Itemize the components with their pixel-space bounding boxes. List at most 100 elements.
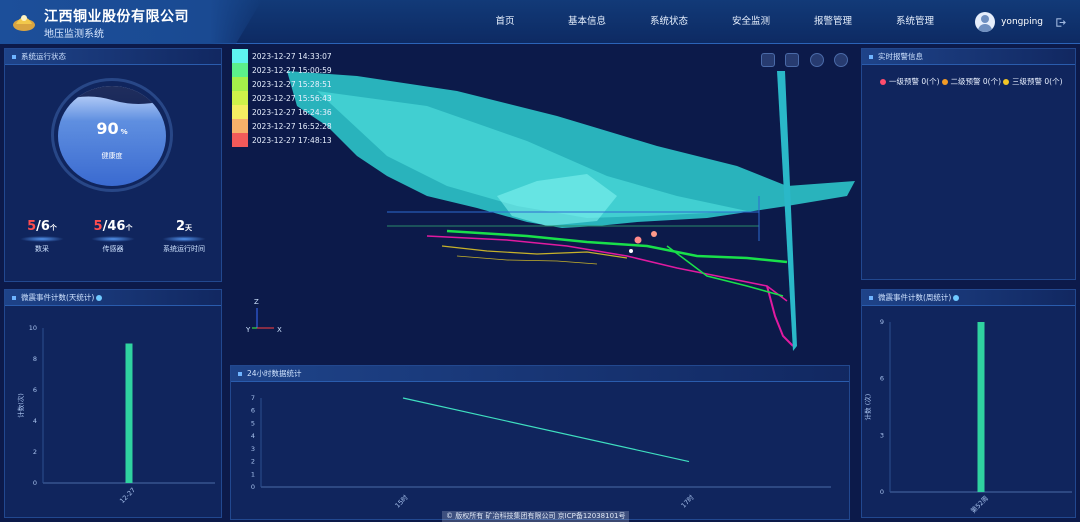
legend-item[interactable]: 2023-12-27 14:33:07 [232, 49, 332, 63]
health-unit: % [120, 128, 128, 136]
tunnel-magenta [426, 235, 788, 302]
panel-title-text: 微震事件计数(天统计) [21, 293, 95, 302]
alarm-level1-dot [880, 78, 886, 85]
avatar[interactable] [975, 12, 996, 32]
alarm-level3-label: 三级预警 0(个) [1012, 77, 1063, 86]
company-name: 江西铜业股份有限公司 [44, 9, 189, 25]
legend-label: 2023-12-27 15:00:59 [252, 65, 332, 75]
health-number: 90 [96, 119, 119, 138]
user-area: yongping [975, 11, 1066, 33]
gauge-wave-shape [58, 86, 166, 104]
panel-title: 微震事件计数(周统计) [862, 290, 1075, 306]
alarm-level1-label: 一级预警 0(个) [889, 77, 940, 86]
stat-total: /6 [36, 219, 50, 234]
bar [125, 343, 133, 483]
nav-system-management[interactable]: 系统管理 [874, 0, 956, 44]
nav-alarm-management[interactable]: 报警管理 [792, 0, 874, 44]
legend-swatch [232, 105, 248, 119]
legend-label: 2023-12-27 17:48:13 [252, 135, 332, 145]
health-label: 健康度 [101, 152, 123, 160]
legend-label: 2023-12-27 15:28:51 [252, 79, 332, 89]
series-line [402, 397, 690, 463]
legend-label: 2023-12-27 16:52:28 [252, 121, 332, 131]
y-tick-label: 2 [251, 458, 255, 466]
settings-icon[interactable] [834, 53, 848, 67]
stat-total: /46 [102, 219, 126, 234]
y-tick-label: 2 [33, 448, 37, 456]
logout-icon[interactable] [1055, 17, 1066, 28]
y-tick-label: 0 [251, 483, 255, 491]
x-tick-label: 第52周 [969, 494, 990, 515]
fullscreen-icon[interactable] [761, 53, 775, 67]
y-tick-label: 4 [251, 432, 255, 440]
y-tick-label: 5 [251, 419, 255, 427]
stat-total: 2 [175, 219, 186, 234]
list-icon[interactable] [785, 53, 799, 67]
daily-count-chart: 0 2 4 6 8 10 计数(次) 12-27 [16, 324, 215, 505]
nav-basic-info[interactable]: 基本信息 [546, 0, 628, 44]
y-axis-label: 计数 (次) [863, 394, 872, 421]
y-tick-label: 0 [880, 488, 884, 496]
weekly-count-panel: 微震事件计数(周统计) 0 3 6 9 计数 (次) 第52周 [861, 289, 1076, 518]
axis-x-label: X [277, 326, 282, 334]
y-tick-label: 3 [251, 445, 255, 453]
stat-runtime: 2天 系统运行时间 [154, 219, 214, 254]
nav-system-status[interactable]: 系统状态 [628, 0, 710, 44]
stat-base-glow [20, 236, 64, 242]
nav-home[interactable]: 首页 [464, 0, 546, 44]
x-tick-label: 15时 [393, 492, 410, 509]
event-marker[interactable] [634, 236, 642, 244]
stat-base-glow [91, 236, 135, 242]
y-tick-label: 1 [251, 470, 255, 478]
company-logo-icon [13, 15, 35, 31]
stat-sensors: 5/46个 传感器 [83, 219, 143, 254]
x-tick-label: 17时 [679, 492, 696, 509]
daily-count-panel: 微震事件计数(天统计) 0 2 4 6 8 10 计数(次) 12-27 [4, 289, 222, 518]
stat-unit: 天 [185, 224, 193, 232]
bar [977, 322, 985, 492]
stat-label: 传感器 [102, 245, 124, 253]
event-marker[interactable] [651, 231, 657, 237]
time-legend: 2023-12-27 14:33:07 2023-12-27 15:00:59 … [232, 49, 332, 147]
legend-label: 2023-12-27 16:24:36 [252, 107, 332, 117]
stat-label: 系统运行时间 [163, 245, 205, 253]
legend-swatch [232, 91, 248, 105]
info-icon[interactable] [953, 295, 960, 301]
main-nav: 首页 基本信息 系统状态 安全监测 报警管理 系统管理 [464, 0, 956, 44]
legend-item[interactable]: 2023-12-27 15:56:43 [232, 91, 332, 105]
stat-base-glow [162, 236, 206, 242]
axis-y-label: Y [245, 326, 251, 334]
vertical-shaft [777, 71, 797, 351]
nav-safety-monitoring[interactable]: 安全监测 [710, 0, 792, 44]
header-bar: 江西铜业股份有限公司 地压监测系统 首页 基本信息 系统状态 安全监测 报警管理… [0, 0, 1080, 44]
copyright-footer: © 版权所有 矿冶科技集团有限公司 京ICP备12038101号 [442, 511, 630, 522]
stat-current: 5 [93, 219, 103, 234]
legend-item[interactable]: 2023-12-27 15:00:59 [232, 63, 332, 77]
panel-title: 实时报警信息 [862, 49, 1075, 65]
y-tick-label: 7 [251, 394, 255, 402]
stat-unit: 个 [49, 224, 57, 232]
legend-label: 2023-12-27 15:56:43 [252, 93, 332, 103]
tunnel-green [446, 229, 788, 264]
legend-label: 2023-12-27 14:33:07 [252, 51, 332, 61]
username[interactable]: yongping [1001, 17, 1043, 27]
legend-item[interactable]: 2023-12-27 16:24:36 [232, 105, 332, 119]
legend-item[interactable]: 2023-12-27 16:52:28 [232, 119, 332, 133]
alarm-level3-dot [1003, 78, 1010, 85]
panel-title: 系统运行状态 [5, 49, 221, 65]
weekly-count-chart: 0 3 6 9 计数 (次) 第52周 [863, 318, 1072, 515]
hourly-stats-panel: 24小时数据统计 0 1 2 3 4 5 6 7 15时 17时 [230, 365, 850, 520]
event-marker[interactable] [629, 249, 633, 253]
stat-value: 5/6个 [12, 219, 72, 234]
target-icon[interactable] [810, 53, 824, 67]
y-tick-label: 6 [33, 386, 37, 394]
panel-title: 24小时数据统计 [231, 366, 849, 382]
legend-swatch [232, 49, 248, 63]
x-tick-label: 12-27 [118, 486, 137, 505]
y-tick-label: 0 [33, 479, 37, 487]
legend-item[interactable]: 2023-12-27 17:48:13 [232, 133, 332, 147]
legend-item[interactable]: 2023-12-27 15:28:51 [232, 77, 332, 91]
y-tick-label: 4 [33, 417, 37, 425]
info-icon[interactable] [96, 295, 103, 301]
health-gauge: 90% 健康度 [58, 86, 166, 186]
